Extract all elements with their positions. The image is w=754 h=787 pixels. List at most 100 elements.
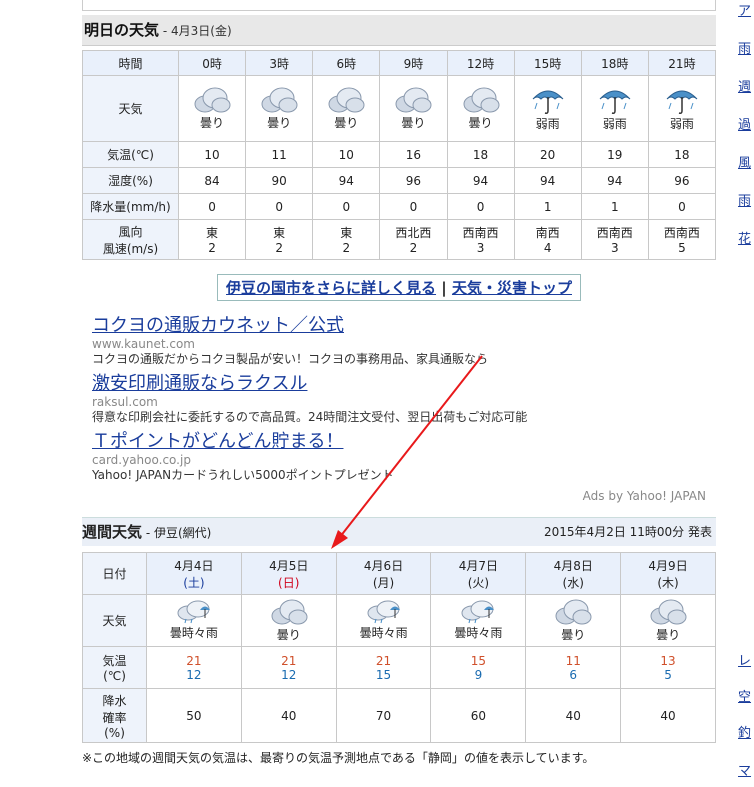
day-date: 4月7日	[458, 558, 499, 573]
sidebar-link-fragment[interactable]: 花	[738, 228, 754, 247]
hour-label: 15時	[534, 56, 562, 71]
precip-value: 1	[610, 199, 619, 214]
day-temp-cell: 11 6	[525, 646, 622, 689]
ad-url: card.yahoo.co.jp	[92, 453, 191, 467]
weekly-title: 週間天気	[82, 523, 143, 541]
min-temp: 12	[281, 667, 297, 682]
humidity-cell: 94	[312, 167, 381, 194]
more-links-box: 伊豆の国市をさらに詳しく見る | 天気・災害トップ	[217, 274, 581, 301]
precip-cell: 1	[580, 193, 649, 220]
cloud-icon	[526, 598, 620, 626]
hour-weather-cell: 曇り	[312, 75, 381, 142]
day-weather-text: 曇り	[656, 628, 681, 642]
wind-speed: 2	[208, 241, 216, 255]
ad-url: raksul.com	[92, 395, 158, 409]
weather-text: 曇り	[334, 116, 359, 130]
day-temp-cell: 15 9	[430, 646, 527, 689]
weather-label: 天気	[82, 75, 179, 142]
wind-speed: 2	[409, 241, 418, 255]
precip-value: 0	[342, 199, 351, 214]
sidebar-link-fragment[interactable]: ア	[738, 0, 754, 19]
hour-label: 12時	[466, 56, 495, 71]
weekly-pop-row: 降水 確率 (%) 50 40 70 60 40 40	[82, 688, 716, 743]
ad-title-link[interactable]: Ｔポイントがどんどん貯まる！	[92, 431, 716, 453]
day-date: 4月4日	[174, 558, 214, 573]
temp-value: 10	[204, 147, 220, 162]
hour-weather-cell: 弱雨	[513, 75, 582, 142]
ads-by-yahoo[interactable]: Ads by Yahoo! JAPAN	[92, 489, 716, 503]
cloud-icon	[380, 86, 446, 114]
humidity-cell: 94	[580, 167, 649, 194]
sidebar-link-fragment[interactable]: 釣	[738, 722, 754, 741]
day-of-week: (火)	[467, 575, 490, 590]
more-links: 伊豆の国市をさらに詳しく見る | 天気・災害トップ	[82, 274, 716, 301]
ad-title-link[interactable]: コクヨの通販カウネット／公式	[92, 315, 716, 337]
weather-top-link[interactable]: 天気・災害トップ	[452, 279, 572, 297]
sidebar-link-fragment[interactable]: 風	[738, 152, 754, 171]
precip-cell: 0	[245, 193, 314, 220]
cloud-rain-icon	[147, 600, 241, 624]
humidity-cell: 84	[177, 167, 247, 194]
pop-value: 50	[186, 708, 202, 723]
temp-value: 16	[405, 147, 422, 162]
tomorrow-header: 明日の天気 - 4月3日(金)	[82, 15, 716, 46]
wind-dir-label: 風向	[118, 224, 143, 239]
sidebar-link-fragment[interactable]: 過	[738, 114, 754, 133]
day-date-cell: 4月4日 (土)	[146, 552, 242, 595]
temp-cell: 11	[245, 141, 314, 168]
sidebar-link-fragment[interactable]: 週	[738, 76, 754, 95]
hour-weather-cell: 弱雨	[647, 75, 717, 142]
sidebar-link-fragment[interactable]: 雨	[738, 38, 754, 57]
cloud-icon	[313, 86, 379, 114]
sidebar-link-fragment[interactable]: マ	[738, 760, 754, 779]
humidity-value: 94	[338, 173, 354, 188]
wind-direction: 東	[273, 226, 286, 240]
day-date-cell: 4月7日 (火)	[430, 552, 527, 595]
sidebar-link-fragment[interactable]: レ	[738, 650, 754, 669]
umbrella-icon	[649, 85, 715, 115]
temp-cell: 18	[446, 141, 515, 168]
humidity-value: 94	[472, 173, 489, 188]
max-temp: 11	[565, 653, 581, 668]
day-temp-cell: 21 15	[335, 646, 432, 689]
weekly-weather-label: 天気	[82, 594, 147, 647]
day-weather-text: 曇時々雨	[359, 626, 408, 640]
cloud-rain-icon	[431, 600, 525, 624]
humidity-cell: 94	[513, 167, 582, 194]
pop-value: 60	[470, 708, 487, 723]
pop-value: 40	[660, 708, 676, 723]
wind-direction: 東	[206, 226, 219, 240]
cloud-icon	[448, 86, 514, 114]
hour-weather-cell: 曇り	[379, 75, 448, 142]
izunokuni-detail-link[interactable]: 伊豆の国市をさらに詳しく見る	[226, 279, 436, 297]
humidity-row: 湿度(%) 84 90 94 96 94 94 94 96	[82, 167, 717, 194]
hour-cell: 0時	[177, 50, 247, 76]
sidebar-link-fragment[interactable]: 雨	[738, 190, 754, 209]
precip-cell: 0	[647, 193, 717, 220]
sidebar-link-fragment[interactable]: 空	[738, 686, 754, 705]
temp-value: 18	[674, 147, 690, 162]
pop-label-3: (%)	[104, 725, 125, 740]
weekly-date-row: 日付 4月4日 (土) 4月5日 (日) 4月6日 (月) 4月7日 (火) 4月8日 (水) 4月9…	[82, 552, 716, 595]
wind-direction: 南西	[535, 226, 560, 240]
wind-direction: 西南西	[663, 226, 700, 240]
day-of-week: (水)	[562, 575, 584, 590]
precip-value: 0	[409, 199, 418, 214]
precip-value: 0	[208, 199, 216, 214]
day-pop-cell: 40	[525, 688, 622, 743]
day-of-week: (土)	[183, 575, 205, 590]
humidity-cell: 96	[379, 167, 448, 194]
day-pop-cell: 40	[620, 688, 716, 743]
tomorrow-title: 明日の天気	[84, 21, 160, 39]
day-date-cell: 4月5日 (日)	[240, 552, 337, 595]
ad-title-link[interactable]: 激安印刷通販ならラクスル	[92, 373, 716, 395]
weather-text: 曇り	[401, 116, 426, 130]
humidity-cell: 94	[446, 167, 515, 194]
precip-value: 0	[476, 199, 485, 214]
weather-text: 曇り	[468, 116, 493, 130]
min-temp: 6	[569, 667, 578, 682]
wind-cell: 東2	[312, 219, 381, 260]
hour-cell: 15時	[513, 50, 582, 76]
hour-cell: 9時	[379, 50, 448, 76]
ad-description: 得意な印刷会社に委託するので高品質。24時間注文受付、翌日出荷もご対応可能	[92, 410, 528, 424]
